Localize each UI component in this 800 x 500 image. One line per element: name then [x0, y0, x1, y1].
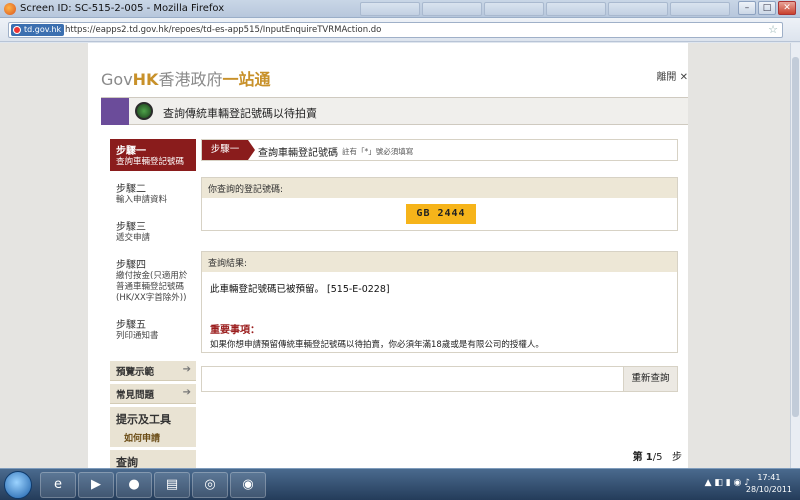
- step-title: 步驟四: [116, 260, 146, 271]
- step-label: 步驟一: [202, 140, 255, 160]
- clock-date: 28/10/2011: [745, 485, 792, 494]
- taskbar: e ▶ ● ▤ ◎ ◉ ▲ ◧ ▮ ◉ ♪ 17:41 28/10/2011: [0, 468, 800, 500]
- step-desc: 列印通知書: [116, 331, 159, 341]
- site-favicon-icon: [13, 26, 21, 34]
- preview-demo-label: 預覽示範: [116, 367, 155, 378]
- sidebar-step-1[interactable]: 步驟一 查詢車輛登記號碼: [110, 139, 196, 171]
- window-titlebar: Screen ID: SC-515-2-005 - Mozilla Firefo…: [0, 0, 800, 18]
- step-heading: 查詢車輛登記號碼: [258, 148, 338, 159]
- sidebar-step-2[interactable]: 步驟二 輸入申請資料: [110, 177, 196, 209]
- step-pager: 第 1/5 步: [633, 448, 682, 463]
- step-header: 步驟一 查詢車輛登記號碼 註有「*」號必須填寫: [201, 139, 678, 161]
- vertical-scrollbar[interactable]: [790, 43, 800, 468]
- preview-demo-link[interactable]: 預覽示範 ➔: [110, 361, 196, 381]
- window-title: Screen ID: SC-515-2-005 - Mozilla Firefo…: [20, 3, 225, 14]
- browser-tab[interactable]: [484, 2, 544, 16]
- main-content: 步驟一 查詢車輛登記號碼 註有「*」號必須填寫 你查詢的登記號碼: GB 244…: [201, 139, 678, 392]
- app-taskbar-icon[interactable]: ◉: [230, 472, 266, 498]
- pager-total: /5: [652, 452, 663, 463]
- sidebar: 步驟一 查詢車輛登記號碼 步驟二 輸入申請資料 步驟三 遞交申請 步驟四 繳付按…: [110, 139, 196, 468]
- close-window-button[interactable]: ✕: [778, 1, 796, 15]
- exit-link[interactable]: 離開 ✕: [656, 68, 688, 83]
- result-label: 查詢結果:: [202, 252, 677, 272]
- requery-button[interactable]: 重新查詢: [623, 367, 677, 391]
- arrow-right-icon: ➔: [182, 387, 191, 398]
- tips-tools-box: 提示及工具 如何申請: [110, 407, 196, 447]
- browser-tab[interactable]: [422, 2, 482, 16]
- url-bar[interactable]: td.gov.hk https://eapps2.td.gov.hk/repoe…: [8, 22, 783, 38]
- explorer-taskbar-icon[interactable]: ▤: [154, 472, 190, 498]
- banner-title: 查詢傳統車輛登記號碼以待拍賣: [163, 107, 317, 120]
- firefox-icon: [4, 3, 16, 15]
- page-content: GovHK香港政府一站通 離開 ✕ 查詢傳統車輛登記號碼以待拍賣 步驟一 查詢車…: [88, 43, 688, 468]
- step-desc: 查詢車輛登記號碼: [116, 157, 185, 167]
- logo-cn2: 一站通: [222, 70, 271, 89]
- result-panel: 查詢結果: 此車輛登記號碼已被預留。 [515-E-0228] 重要事項： 如果…: [201, 251, 678, 353]
- result-body: 此車輛登記號碼已被預留。 [515-E-0228] 重要事項： 如果你想申請預留…: [202, 272, 677, 352]
- step-title: 步驟五: [116, 320, 146, 331]
- bookmark-star-icon[interactable]: ☆: [768, 23, 778, 36]
- window-controls: – □ ✕: [738, 1, 796, 15]
- service-banner: 查詢傳統車輛登記號碼以待拍賣: [101, 97, 688, 125]
- sidebar-step-3[interactable]: 步驟三 遞交申請: [110, 215, 196, 247]
- tips-tools-title: 提示及工具: [116, 413, 171, 426]
- result-message: 此車輛登記號碼已被預留。 [515-E-0228]: [210, 284, 390, 295]
- browser-tab[interactable]: [546, 2, 606, 16]
- maximize-button[interactable]: □: [758, 1, 776, 15]
- browser-tab[interactable]: [608, 2, 668, 16]
- step-desc: 遞交申請: [116, 233, 151, 243]
- logo-hk: HK: [132, 70, 159, 89]
- step-title: 步驟三: [116, 222, 146, 233]
- browser-tab[interactable]: [360, 2, 420, 16]
- action-bar: 重新查詢: [201, 366, 678, 392]
- important-title: 重要事項：: [210, 325, 260, 336]
- vehicle-registration-icon: [135, 102, 153, 120]
- sidebar-step-4[interactable]: 步驟四 繳付按金(只適用於普通車輛登記號碼(HK/XX字首除外)): [110, 253, 196, 307]
- faq-label: 常見問題: [116, 390, 155, 401]
- queried-number-panel: 你查詢的登記號碼: GB 2444: [201, 177, 678, 231]
- media-player-taskbar-icon[interactable]: ▶: [78, 472, 114, 498]
- ie-taskbar-icon[interactable]: e: [40, 472, 76, 498]
- system-tray[interactable]: ▲ ◧ ▮ ◉ ♪: [705, 478, 750, 488]
- step-desc: 輸入申請資料: [116, 195, 168, 205]
- clock-time: 17:41: [757, 473, 781, 482]
- enquiry-box: 查詢: [110, 450, 196, 468]
- url-text[interactable]: https://eapps2.td.gov.hk/repoes/td-es-ap…: [65, 25, 381, 35]
- pager-prefix: 第: [632, 452, 643, 463]
- step-title: 步驟二: [116, 184, 146, 195]
- banner-color-bar: [101, 98, 129, 125]
- page-viewport: GovHK香港政府一站通 離開 ✕ 查詢傳統車輛登記號碼以待拍賣 步驟一 查詢車…: [0, 43, 790, 468]
- sidebar-step-5[interactable]: 步驟五 列印通知書: [110, 313, 196, 345]
- browser-tab[interactable]: [670, 2, 730, 16]
- system-clock[interactable]: 17:41 28/10/2011: [746, 472, 792, 496]
- step-desc: 繳付按金(只適用於普通車輛登記號碼(HK/XX字首除外)): [116, 271, 188, 303]
- logo-gov: Gov: [101, 70, 133, 89]
- required-note: 註有「*」號必須填寫: [342, 147, 414, 156]
- browser-tabs: [360, 2, 730, 16]
- pager-suffix: 步: [672, 452, 682, 463]
- step-title: 步驟一: [116, 146, 146, 157]
- queried-number-label: 你查詢的登記號碼:: [202, 178, 677, 198]
- govhk-logo[interactable]: GovHK香港政府一站通: [101, 66, 270, 90]
- site-identity-label: td.gov.hk: [24, 25, 62, 34]
- important-text: 如果你想申請預留傳統車輛登記號碼以待拍賣，你必須年滿18歲或是有限公司的授權人。: [210, 340, 544, 350]
- plate-area: GB 2444: [202, 198, 677, 230]
- how-to-apply-link[interactable]: 如何申請: [124, 431, 190, 444]
- pager-current: 1: [645, 452, 653, 463]
- registration-plate: GB 2444: [406, 204, 476, 224]
- minimize-button[interactable]: –: [738, 1, 756, 15]
- site-identity-badge[interactable]: td.gov.hk: [11, 24, 65, 36]
- scrollbar-thumb[interactable]: [792, 57, 799, 417]
- logo-cn: 香港政府: [158, 70, 223, 89]
- start-button[interactable]: [4, 471, 32, 499]
- faq-link[interactable]: 常見問題 ➔: [110, 384, 196, 404]
- navigation-bar: td.gov.hk https://eapps2.td.gov.hk/repoe…: [0, 18, 800, 42]
- arrow-right-icon: ➔: [182, 364, 191, 375]
- steam-taskbar-icon[interactable]: ◎: [192, 472, 228, 498]
- firefox-taskbar-icon[interactable]: ●: [116, 472, 152, 498]
